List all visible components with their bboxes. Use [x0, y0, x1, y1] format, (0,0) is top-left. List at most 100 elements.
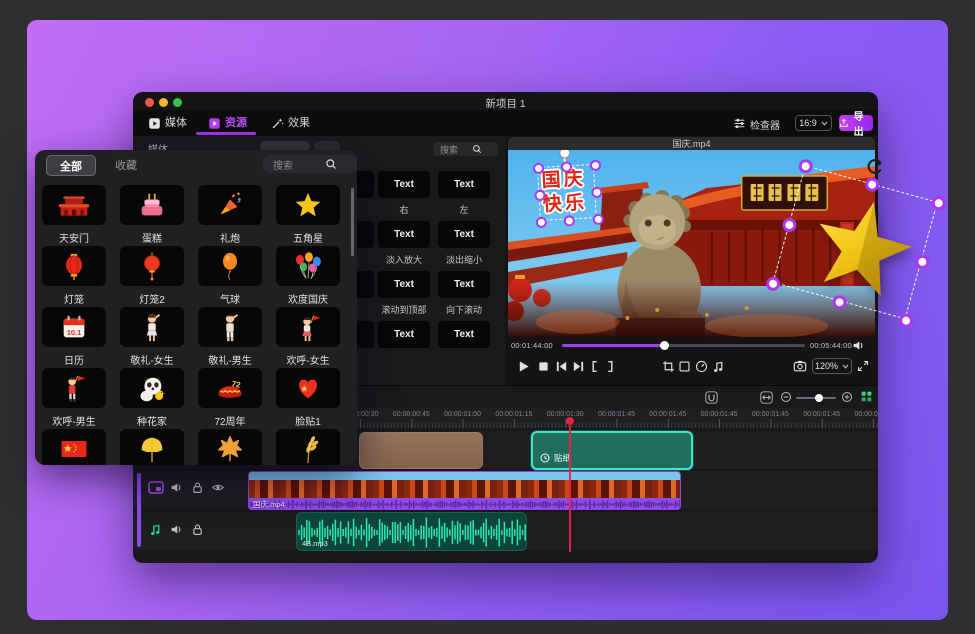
canvas-button[interactable] [678, 360, 691, 373]
selection-handle[interactable] [592, 213, 604, 225]
fullscreen-button[interactable] [857, 360, 869, 372]
step-back-button[interactable] [555, 360, 568, 373]
timeline-zoom-knob[interactable] [815, 394, 823, 402]
text-sticker-selection[interactable]: 国庆 快乐 [537, 164, 597, 221]
text-preset-label: 淡出缩小 [428, 253, 500, 266]
sticker-label: 蛋糕 [114, 230, 190, 245]
sticker-tile-balloon[interactable] [198, 246, 262, 286]
speed-button[interactable] [695, 360, 708, 373]
text-panel-search[interactable]: 搜索 [433, 142, 498, 156]
maple-leaf-icon [214, 434, 246, 464]
text-preset-tile[interactable]: Text [438, 221, 490, 248]
zoom-out-icon[interactable] [780, 391, 792, 403]
text-preset-tile[interactable]: Text [438, 321, 490, 348]
sticker-tile-maple-leaf[interactable] [198, 429, 262, 465]
sticker-tile-heart[interactable] [276, 368, 340, 408]
preview-zoom-dropdown[interactable]: 120% [812, 358, 852, 374]
sticker-tile-balloons[interactable] [276, 246, 340, 286]
calendar-icon: 10.1 [58, 312, 90, 342]
zoom-in-icon[interactable] [841, 391, 853, 403]
sticker-tile-china-flag[interactable] [42, 429, 106, 465]
selection-handle[interactable] [535, 216, 547, 228]
sticker-tile-cake[interactable] [120, 185, 184, 225]
text-preset-tile[interactable]: Text [378, 171, 430, 198]
text-preset-tile-partial[interactable] [357, 171, 374, 198]
sticker-tile-cheer-girl[interactable] [276, 307, 340, 347]
mark-out-button[interactable] [607, 360, 614, 373]
sticker-tile-cake-72[interactable]: 72 [198, 368, 262, 408]
ripple-edit-icon[interactable] [760, 391, 773, 404]
text-preset-tile-partial[interactable] [357, 321, 374, 348]
playhead-line[interactable] [569, 425, 571, 552]
tab-effects[interactable]: 效果 [288, 114, 310, 130]
step-forward-button[interactable] [572, 360, 585, 373]
sticker-tile-salute-girl[interactable] [120, 307, 184, 347]
sticker-tile-lantern2[interactable] [120, 246, 184, 286]
selection-handle[interactable] [589, 159, 601, 171]
sticker-tile-panda[interactable] [120, 368, 184, 408]
volume-icon[interactable] [852, 339, 865, 352]
sticker-tab-all[interactable]: 全部 [46, 155, 96, 176]
sticker-label: 灯笼2 [114, 291, 190, 306]
salute-girl-icon [136, 312, 168, 342]
play-button[interactable] [517, 360, 530, 373]
text-preset-tile[interactable]: Text [438, 171, 490, 198]
window-titlebar[interactable]: 新项目 1 [133, 92, 878, 110]
lock-track-icon[interactable] [191, 481, 204, 494]
text-preset-tile[interactable]: Text [378, 321, 430, 348]
snapshot-button[interactable] [793, 359, 807, 373]
selection-handle[interactable] [561, 161, 573, 173]
text-preset-tile[interactable]: Text [438, 271, 490, 298]
tab-media[interactable]: 媒体 [165, 114, 187, 130]
track-height-icon[interactable] [860, 390, 873, 403]
inspector-label[interactable]: 检查器 [750, 117, 780, 132]
text-preset-tile-partial[interactable] [357, 271, 374, 298]
video-preview[interactable]: 国庆 快乐 [508, 150, 875, 337]
selection-handle[interactable] [532, 162, 544, 174]
mute-track-icon[interactable] [170, 481, 183, 494]
overlay-clip-brown[interactable] [359, 432, 483, 469]
selection-handle[interactable] [564, 215, 576, 227]
selection-handle[interactable] [534, 189, 546, 201]
mark-in-button[interactable] [591, 360, 598, 373]
selection-handle[interactable] [591, 186, 603, 198]
overlay-text-sticker[interactable]: 国庆 快乐 [541, 167, 587, 217]
sticker-search[interactable]: 搜索 [263, 155, 357, 173]
stop-button[interactable] [537, 360, 550, 373]
inspector-icon[interactable] [733, 117, 746, 130]
sticker-tile-ginkgo-leaf[interactable] [120, 429, 184, 465]
text-preset-tile-partial[interactable] [357, 221, 374, 248]
text-preset-label: 向下滚动 [428, 303, 500, 316]
sticker-tile-cheer-boy[interactable] [42, 368, 106, 408]
seek-bar[interactable] [562, 344, 805, 347]
hide-track-icon[interactable] [211, 481, 225, 494]
playhead-marker[interactable] [566, 417, 574, 425]
sticker-tile-party-popper[interactable] [198, 185, 262, 225]
video-clip[interactable]: 国庆.mp4 [248, 471, 681, 510]
sticker-tile-wheat[interactable] [276, 429, 340, 465]
timeline-scrollbar[interactable] [137, 473, 141, 547]
sticker-clip-selected[interactable]: 贴纸 [531, 431, 693, 470]
sticker-tile-tiananmen[interactable] [42, 185, 106, 225]
audio-button[interactable] [712, 360, 725, 373]
crop-button[interactable] [662, 360, 675, 373]
aspect-ratio-dropdown[interactable]: 16:9 [795, 115, 832, 131]
text-preset-tile[interactable]: Text [378, 271, 430, 298]
sticker-tile-gold-star[interactable] [276, 185, 340, 225]
seek-knob[interactable] [660, 341, 669, 350]
sticker-tile-salute-boy[interactable] [198, 307, 262, 347]
sticker-panel-scrollbar[interactable] [351, 188, 354, 256]
tab-resources[interactable]: 资源 [225, 114, 247, 130]
mute-audio-icon[interactable] [170, 523, 183, 536]
sticker-label: 灯笼 [36, 291, 112, 306]
export-button[interactable]: 导出 [839, 115, 873, 131]
sticker-tile-calendar[interactable]: 10.1 [42, 307, 106, 347]
sticker-tile-lantern[interactable] [42, 246, 106, 286]
sticker-tab-favorites[interactable]: 收藏 [102, 155, 150, 174]
lock-audio-icon[interactable] [191, 523, 204, 536]
text-preset-tile[interactable]: Text [378, 221, 430, 248]
snap-magnet-icon[interactable] [705, 391, 718, 404]
timeline-zoom-slider[interactable] [796, 397, 836, 399]
audio-clip[interactable]: 4B.mp3 [296, 512, 527, 551]
window-title: 新项目 1 [133, 96, 878, 111]
